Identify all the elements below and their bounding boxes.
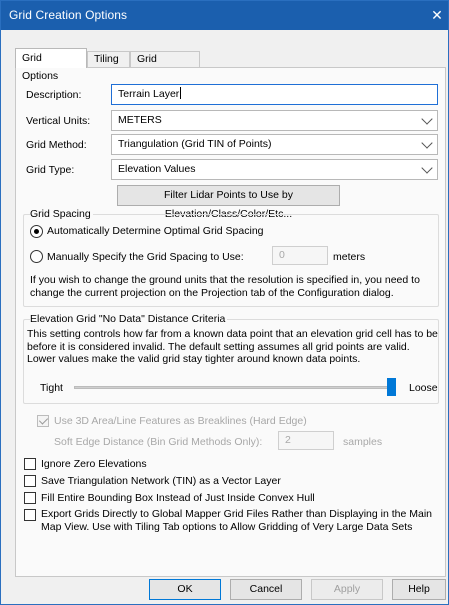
chevron-down-icon	[421, 162, 433, 174]
ignore-zero-checkbox[interactable]	[24, 458, 36, 470]
apply-label: Apply	[333, 583, 361, 595]
manual-spacing-radio[interactable]	[30, 250, 43, 263]
help-button[interactable]: Help	[392, 579, 446, 600]
ignore-zero-label[interactable]: Ignore Zero Elevations	[41, 458, 147, 470]
save-tin-label[interactable]: Save Triangulation Network (TIN) as a Ve…	[41, 475, 281, 487]
fill-bbox-checkbox[interactable]	[24, 492, 36, 504]
vertical-units-value: METERS	[118, 114, 162, 126]
soft-edge-value: 2	[285, 434, 291, 446]
cancel-button[interactable]: Cancel	[230, 579, 302, 600]
grid-spacing-title: Grid Spacing	[30, 208, 93, 220]
vertical-units-select[interactable]: METERS	[111, 110, 438, 131]
export-grids-label[interactable]: Export Grids Directly to Global Mapper G…	[41, 508, 439, 533]
tab-label: Tiling	[94, 53, 119, 65]
soft-edge-label: Soft Edge Distance (Bin Grid Methods Onl…	[54, 436, 263, 448]
close-icon[interactable]: ✕	[426, 1, 448, 30]
no-data-title: Elevation Grid "No Data" Distance Criter…	[30, 313, 228, 325]
manual-spacing-units: meters	[333, 251, 366, 263]
tab-grid-bounds[interactable]: Grid Bounds	[130, 51, 200, 80]
description-input[interactable]: Terrain Layer	[111, 84, 438, 105]
grid-type-value: Elevation Values	[118, 163, 196, 175]
grid-spacing-note: If you wish to change the ground units t…	[30, 274, 420, 299]
tab-tiling[interactable]: Tiling	[87, 51, 130, 67]
window-title: Grid Creation Options	[9, 8, 128, 22]
chevron-down-icon	[421, 137, 433, 149]
description-label: Description:	[26, 89, 82, 101]
breaklines-label: Use 3D Area/Line Features as Breaklines …	[54, 415, 307, 427]
vertical-units-label: Vertical Units:	[26, 115, 91, 127]
soft-edge-units: samples	[343, 436, 383, 448]
distance-slider-track[interactable]	[74, 386, 396, 389]
manual-spacing-value: 0	[279, 249, 285, 261]
slider-loose-label: Loose	[409, 382, 438, 394]
grid-type-label: Grid Type:	[26, 164, 75, 176]
soft-edge-input[interactable]: 2	[278, 431, 334, 450]
distance-slider-thumb[interactable]	[387, 378, 396, 396]
save-tin-checkbox[interactable]	[24, 475, 36, 487]
breaklines-checkbox[interactable]	[37, 415, 49, 427]
tab-grid-options[interactable]: Grid Options	[15, 48, 87, 82]
manual-spacing-input[interactable]: 0	[272, 246, 328, 265]
ok-label: OK	[177, 583, 193, 595]
fill-bbox-label[interactable]: Fill Entire Bounding Box Instead of Just…	[41, 492, 315, 504]
auto-spacing-radio[interactable]	[30, 225, 43, 238]
slider-tight-label: Tight	[40, 382, 63, 394]
tab-label: Grid Options	[22, 52, 59, 82]
text-caret	[180, 87, 182, 99]
grid-creation-dialog: Grid Creation Options ✕ Grid Options Til…	[0, 0, 449, 605]
manual-spacing-label[interactable]: Manually Specify the Grid Spacing to Use…	[47, 251, 244, 263]
grid-method-value: Triangulation (Grid TIN of Points)	[118, 138, 272, 150]
chevron-down-icon	[421, 113, 433, 125]
grid-method-select[interactable]: Triangulation (Grid TIN of Points)	[111, 134, 438, 155]
apply-button[interactable]: Apply	[311, 579, 383, 600]
no-data-description: This setting controls how far from a kno…	[27, 328, 438, 365]
grid-options-panel: Description: Terrain Layer Vertical Unit…	[15, 67, 446, 577]
export-grids-checkbox[interactable]	[24, 509, 36, 521]
description-value: Terrain Layer	[118, 88, 180, 100]
title-bar[interactable]: Grid Creation Options ✕	[1, 1, 448, 30]
ok-button[interactable]: OK	[149, 579, 221, 600]
grid-type-select[interactable]: Elevation Values	[111, 159, 438, 180]
cancel-label: Cancel	[249, 583, 283, 595]
auto-spacing-label[interactable]: Automatically Determine Optimal Grid Spa…	[47, 225, 264, 237]
filter-lidar-button[interactable]: Filter Lidar Points to Use by Elevation/…	[117, 185, 340, 220]
grid-method-label: Grid Method:	[26, 139, 87, 151]
help-label: Help	[408, 583, 430, 595]
